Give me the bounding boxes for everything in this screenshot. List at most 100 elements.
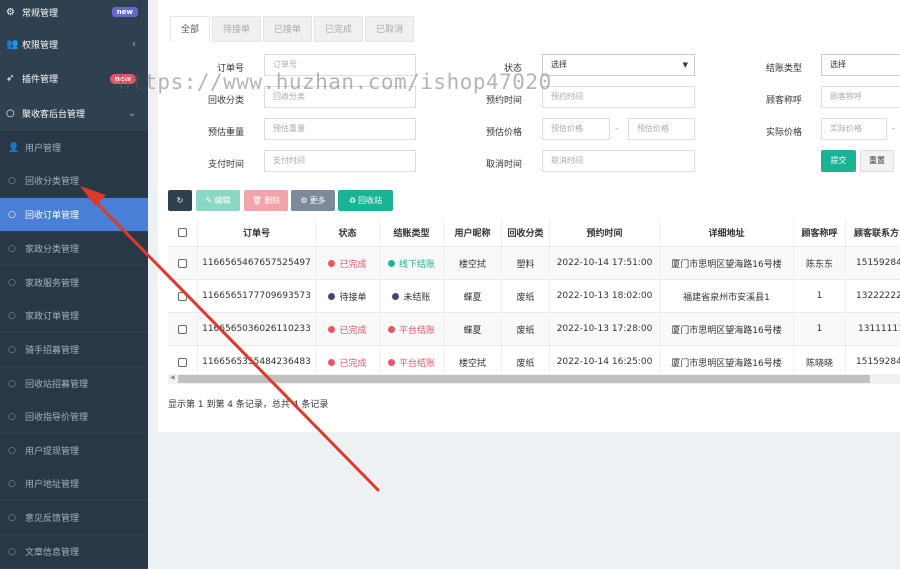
recycle-icon: ♻ bbox=[348, 196, 357, 205]
table-row[interactable]: 1166565177709693573 待接单 未结账 蝶夏 废纸 2022-1… bbox=[168, 280, 900, 313]
sidebar-item-users[interactable]: 👤 用户管理 bbox=[0, 131, 148, 164]
sidebar-item-housekeeping-orders[interactable]: ○ 家政订单管理 bbox=[0, 299, 148, 332]
header-address[interactable]: 详细地址 bbox=[660, 219, 794, 246]
pay-time-input[interactable]: 支付时间 bbox=[264, 150, 416, 172]
row-checkbox[interactable] bbox=[178, 324, 187, 334]
header-customer[interactable]: 顾客称呼 bbox=[794, 219, 846, 246]
range-separator: - bbox=[615, 124, 619, 134]
reset-button[interactable]: 重置 bbox=[860, 150, 894, 172]
category-cell: 塑料 bbox=[502, 247, 550, 279]
sidebar-item-articles[interactable]: ○ 文章信息管理 bbox=[0, 535, 148, 568]
address-cell: 厦门市思明区望海路16号楼 bbox=[660, 313, 794, 345]
scrollbar-thumb[interactable] bbox=[178, 375, 870, 383]
sidebar-item-label: 权限管理 bbox=[22, 41, 59, 51]
nickname-cell: 蝶夏 bbox=[444, 313, 502, 345]
category-input[interactable]: 回收分类 bbox=[264, 86, 416, 108]
sidebar-item-guide-price[interactable]: ○ 回收指导价管理 bbox=[0, 400, 148, 433]
sidebar-item-housekeeping-categories[interactable]: ○ 家政分类管理 bbox=[0, 232, 148, 265]
refresh-icon: ↻ bbox=[176, 196, 184, 205]
nickname-cell: 楼空拭 bbox=[444, 247, 502, 279]
header-order-no[interactable]: 订单号 bbox=[198, 219, 316, 246]
category-cell: 废纸 bbox=[502, 280, 550, 312]
sidebar-item-label: 常规管理 bbox=[22, 8, 59, 19]
sidebar-item-label: 文章信息管理 bbox=[25, 548, 80, 558]
new-badge: new bbox=[111, 7, 138, 17]
chevron-down-icon: ⌄ bbox=[127, 108, 136, 119]
edit-button[interactable]: ✎ 编辑 bbox=[196, 190, 240, 211]
header-status[interactable]: 状态 bbox=[316, 219, 380, 246]
order-no-input[interactable]: 订单号 bbox=[264, 54, 416, 76]
header-category[interactable]: 回收分类 bbox=[502, 219, 550, 246]
circle-icon: ○ bbox=[8, 277, 16, 288]
settle-text: 平台结账 bbox=[398, 325, 435, 336]
delete-button[interactable]: 🗑 删除 bbox=[244, 190, 288, 211]
tab-pending[interactable]: 待接单 bbox=[212, 16, 262, 42]
status-dot-icon bbox=[328, 358, 336, 366]
tab-cancelled[interactable]: 已取消 bbox=[365, 16, 415, 42]
sidebar-item-addresses[interactable]: ○ 用户地址管理 bbox=[0, 467, 148, 500]
sidebar-item-permissions[interactable]: 👥 权限管理 ‹ bbox=[0, 28, 148, 61]
circle-icon: ○ bbox=[6, 108, 15, 119]
address-cell: 厦门市思明区望海路16号楼 bbox=[660, 247, 794, 279]
row-checkbox[interactable] bbox=[178, 291, 187, 301]
scroll-left-icon[interactable]: ◀ bbox=[170, 374, 175, 381]
status-dot-icon bbox=[387, 358, 395, 366]
real-price-label: 实际价格 bbox=[765, 128, 802, 138]
sidebar-item-label: 聚收客后台管理 bbox=[22, 110, 86, 120]
header-book-time[interactable]: 预约时间 bbox=[550, 219, 660, 246]
sidebar-item-station-recruit[interactable]: ○ 回收站招募管理 bbox=[0, 367, 148, 400]
sidebar-item-plugins[interactable]: ➶ 插件管理 new bbox=[0, 62, 148, 95]
tab-completed[interactable]: 已完成 bbox=[314, 16, 364, 42]
sidebar-item-label: 骑手招募管理 bbox=[25, 346, 80, 356]
circle-icon: ○ bbox=[8, 209, 16, 220]
circle-icon: ○ bbox=[8, 478, 16, 489]
sidebar-item-jushouke-admin[interactable]: ○ 聚收客后台管理 ⌄ bbox=[0, 97, 148, 130]
cancel-time-input[interactable]: 取消时间 bbox=[542, 150, 695, 172]
customer-cell: 陈东东 bbox=[794, 247, 846, 279]
phone-cell: 15159284 bbox=[856, 258, 900, 268]
select-all-cell[interactable] bbox=[168, 219, 198, 246]
status-dot-icon bbox=[328, 259, 336, 267]
settle-cell: 线下结账 bbox=[380, 247, 444, 279]
sidebar-item-recycle-categories[interactable]: ○ 回收分类管理 bbox=[0, 164, 148, 197]
chevron-left-icon: ‹ bbox=[132, 39, 136, 50]
real-price-from-input[interactable]: 实际价格 bbox=[821, 118, 887, 140]
sidebar-item-recycle-orders[interactable]: ○ 回收订单管理 bbox=[0, 198, 148, 231]
book-time-label: 预约时间 bbox=[485, 96, 522, 106]
sidebar-item-feedback[interactable]: ○ 意见反馈管理 bbox=[0, 501, 148, 534]
horizontal-scrollbar[interactable]: ◀ bbox=[168, 374, 900, 384]
sidebar-item-label: 回收站招募管理 bbox=[25, 380, 89, 390]
refresh-button[interactable]: ↻ bbox=[168, 190, 192, 211]
book-time-input[interactable]: 预约时间 bbox=[542, 86, 695, 108]
more-button[interactable]: ⚙ 更多 bbox=[291, 190, 335, 211]
est-price-from-input[interactable]: 预估价格 bbox=[542, 118, 610, 140]
sidebar-item-rider-recruit[interactable]: ○ 骑手招募管理 bbox=[0, 333, 148, 366]
table-row[interactable]: 1166565467657525497 已完成 线下结账 楼空拭 塑料 2022… bbox=[168, 247, 900, 280]
delete-button-label: 删除 bbox=[264, 196, 281, 205]
settle-type-select[interactable]: 选择 bbox=[821, 54, 900, 76]
header-nickname[interactable]: 用户昵称 bbox=[444, 219, 502, 246]
status-text: 待接单 bbox=[339, 292, 367, 303]
row-checkbox[interactable] bbox=[178, 258, 187, 268]
status-select[interactable]: 选择 ▼ bbox=[542, 54, 695, 76]
rocket-icon: ➶ bbox=[6, 73, 15, 84]
sidebar-item-housekeeping-services[interactable]: ○ 家政服务管理 bbox=[0, 266, 148, 299]
gear-icon: ⚙ bbox=[300, 196, 308, 205]
settle-type-select-value: 选择 bbox=[830, 60, 846, 69]
tab-accepted[interactable]: 已接单 bbox=[263, 16, 313, 42]
sidebar-item-withdrawals[interactable]: ○ 用户提现管理 bbox=[0, 434, 148, 467]
recycle-bin-button[interactable]: ♻ 回收站 bbox=[338, 190, 393, 211]
header-settle-type[interactable]: 结账类型 bbox=[380, 219, 444, 246]
table-row[interactable]: 1166565036026110233 已完成 平台结账 蝶夏 废纸 2022-… bbox=[168, 313, 900, 346]
submit-button[interactable]: 提交 bbox=[821, 150, 856, 172]
sidebar-item-general[interactable]: ⚙ 常规管理 new bbox=[0, 0, 148, 24]
select-all-checkbox[interactable] bbox=[178, 228, 187, 237]
row-checkbox[interactable] bbox=[178, 357, 187, 367]
est-price-label: 预估价格 bbox=[485, 128, 522, 138]
book-time-cell: 2022-10-13 18:02:00 bbox=[550, 280, 660, 312]
tab-all[interactable]: 全部 bbox=[170, 16, 211, 42]
est-price-to-input[interactable]: 预估价格 bbox=[628, 118, 695, 140]
nickname-input[interactable]: 顾客称呼 bbox=[821, 86, 900, 108]
header-phone[interactable]: 顾客联系方 bbox=[846, 219, 900, 246]
est-weight-input[interactable]: 预估重量 bbox=[264, 118, 416, 140]
